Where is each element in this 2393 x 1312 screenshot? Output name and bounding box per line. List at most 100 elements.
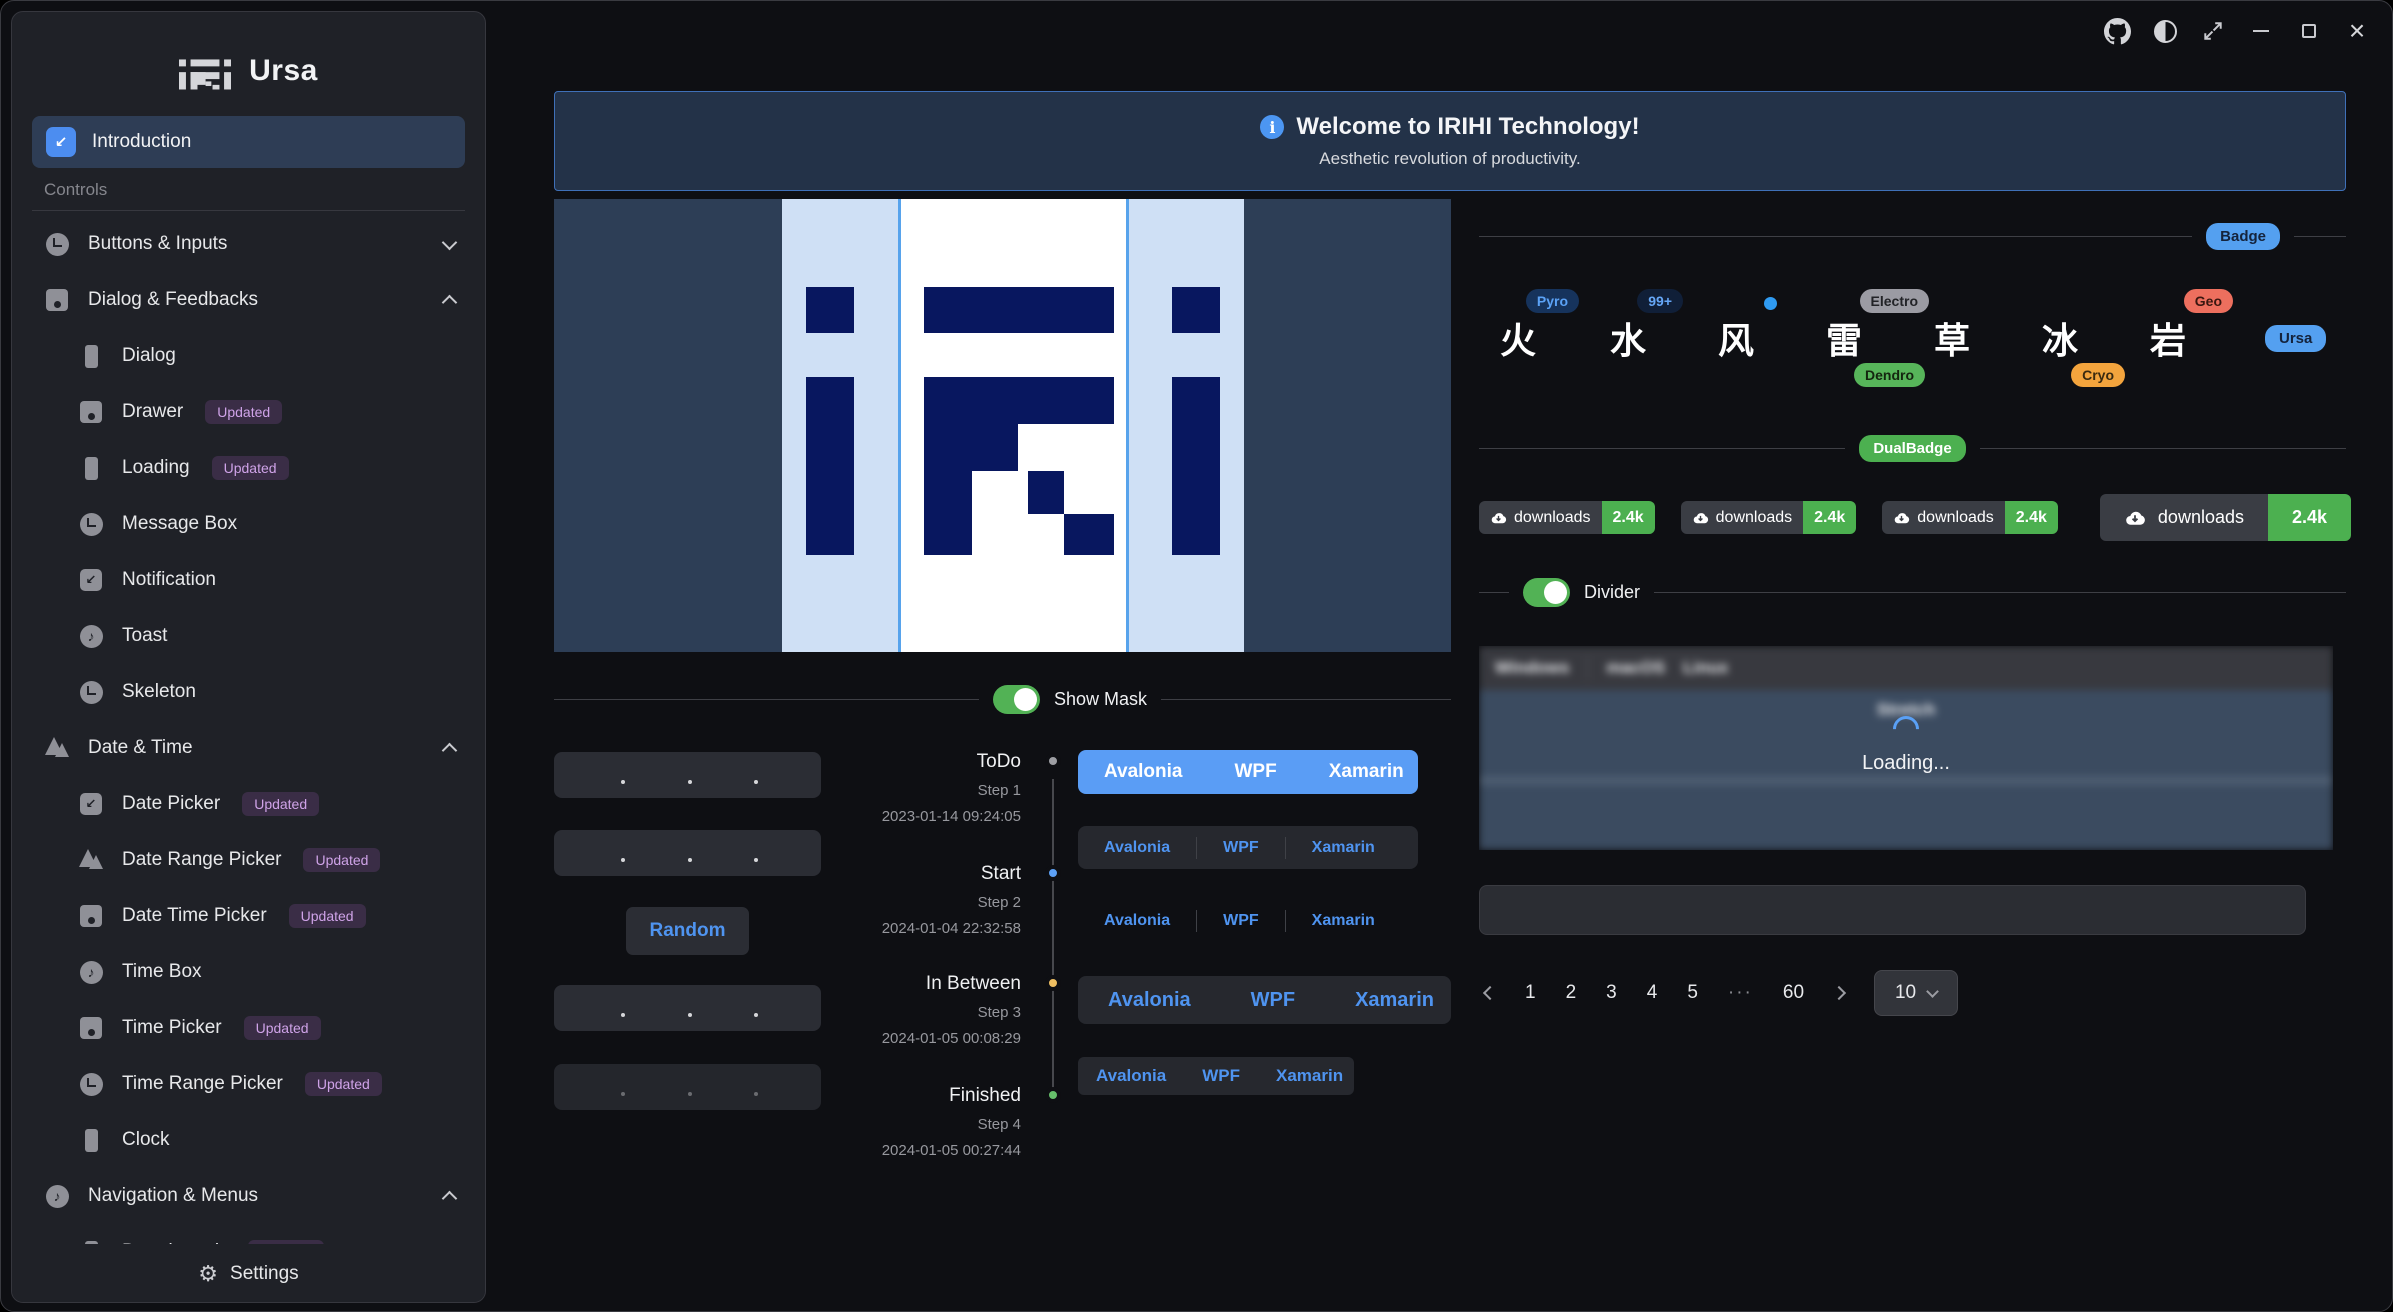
sidebar-item-loading[interactable]: Loading Updated bbox=[12, 440, 485, 496]
sidebar-item-date-time-picker[interactable]: Date Time Picker Updated bbox=[12, 888, 485, 944]
chevron-down-icon bbox=[1926, 985, 1939, 998]
timeline-title: Finished bbox=[831, 1085, 1021, 1107]
wpf-button[interactable]: WPF bbox=[1197, 912, 1285, 930]
sidebar-item-message-box[interactable]: Message Box bbox=[12, 496, 485, 552]
github-icon bbox=[2104, 18, 2131, 45]
timeline-entry: ToDo Step 1 2023-01-14 09:24:05 bbox=[831, 751, 1021, 825]
timeline-time: 2024-01-04 22:32:58 bbox=[831, 920, 1021, 937]
irihi-logo-image bbox=[554, 199, 1451, 652]
item-label: Date Range Picker bbox=[122, 849, 281, 871]
updated-badge: Updated bbox=[303, 848, 380, 872]
sidebar-item-toast[interactable]: Toast bbox=[12, 608, 485, 664]
wpf-button[interactable]: WPF bbox=[1209, 761, 1303, 783]
previous-page-icon[interactable] bbox=[1483, 986, 1497, 1000]
maximize-button[interactable] bbox=[2288, 11, 2330, 51]
sidebar-item-drawer[interactable]: Drawer Updated bbox=[12, 384, 485, 440]
sidebar-item-date-picker[interactable]: Date Picker Updated bbox=[12, 776, 485, 832]
cloud-download-icon bbox=[1893, 511, 1910, 525]
save-icon bbox=[76, 1013, 106, 1043]
wpf-button[interactable]: WPF bbox=[1221, 989, 1325, 1012]
tab-linux[interactable]: Linux bbox=[1683, 658, 1728, 678]
item-label: Drawer bbox=[122, 401, 183, 423]
sidebar-item-time-picker[interactable]: Time Picker Updated bbox=[12, 1000, 485, 1056]
avalonia-button[interactable]: Avalonia bbox=[1078, 839, 1196, 857]
updated-badge: Updated bbox=[248, 1240, 325, 1244]
show-mask-toggle[interactable] bbox=[993, 685, 1040, 714]
xamarin-button[interactable]: Xamarin bbox=[1286, 912, 1401, 930]
page-ellipsis: ··· bbox=[1728, 982, 1753, 1004]
page-3[interactable]: 3 bbox=[1606, 982, 1617, 1004]
timeline-time: 2024-01-05 00:08:29 bbox=[831, 1030, 1021, 1047]
save-icon bbox=[42, 285, 72, 315]
xamarin-button[interactable]: Xamarin bbox=[1325, 989, 1464, 1012]
downloads-badge-large: downloads 2.4k bbox=[2100, 494, 2351, 541]
badge-dendro: Dendro bbox=[1854, 363, 1925, 387]
xamarin-button[interactable]: Xamarin bbox=[1303, 761, 1430, 783]
music-note-icon bbox=[76, 621, 106, 651]
sidebar-item-introduction[interactable]: ↙ Introduction bbox=[32, 116, 465, 168]
maximize-icon bbox=[2302, 24, 2316, 38]
divider-line bbox=[1980, 448, 2346, 449]
xamarin-button[interactable]: Xamarin bbox=[1258, 1066, 1361, 1086]
sidebar-group-date-time[interactable]: Date & Time bbox=[12, 720, 485, 776]
timeline-dot bbox=[1045, 865, 1061, 881]
group-label: Buttons & Inputs bbox=[88, 233, 227, 255]
timeline-title: Start bbox=[831, 863, 1021, 885]
avalonia-button[interactable]: Avalonia bbox=[1078, 761, 1209, 783]
chevron-up-icon bbox=[442, 1190, 458, 1206]
sidebar-group-buttons-inputs[interactable]: Buttons & Inputs bbox=[12, 216, 485, 272]
settings-button[interactable]: ⚙ Settings bbox=[12, 1246, 485, 1302]
sidebar-group-navigation-menus[interactable]: Navigation & Menus bbox=[12, 1168, 485, 1224]
avalonia-button[interactable]: Avalonia bbox=[1078, 912, 1196, 930]
sidebar-item-dialog[interactable]: Dialog bbox=[12, 328, 485, 384]
sidebar-item-clock[interactable]: Clock bbox=[12, 1112, 485, 1168]
clock-icon bbox=[76, 677, 106, 707]
downloads-value: 2.4k bbox=[1602, 501, 1655, 534]
sidebar-item-breadcrumb[interactable]: Breadcrumb Updated bbox=[12, 1224, 485, 1244]
tab-windows[interactable]: Windows bbox=[1495, 658, 1569, 678]
tab-macos[interactable]: macOS bbox=[1606, 658, 1665, 678]
page-5[interactable]: 5 bbox=[1687, 982, 1698, 1004]
fullscreen-button[interactable] bbox=[2192, 11, 2234, 51]
updated-badge: Updated bbox=[244, 1016, 321, 1040]
dot-separator bbox=[688, 858, 692, 862]
page-1[interactable]: 1 bbox=[1525, 982, 1536, 1004]
close-button[interactable]: × bbox=[2336, 11, 2378, 51]
sidebar-item-time-box[interactable]: Time Box bbox=[12, 944, 485, 1000]
sidebar-item-date-range-picker[interactable]: Date Range Picker Updated bbox=[12, 832, 485, 888]
ipv4-input-disabled bbox=[554, 1064, 821, 1110]
dot-separator bbox=[621, 1013, 625, 1017]
wpf-button[interactable]: WPF bbox=[1197, 839, 1285, 857]
wpf-button[interactable]: WPF bbox=[1184, 1066, 1258, 1086]
ipv4-input[interactable] bbox=[554, 752, 821, 798]
loading-overlay: Loading... bbox=[1479, 690, 2333, 800]
ipv4-input[interactable] bbox=[554, 830, 821, 876]
sidebar-group-dialog-feedbacks[interactable]: Dialog & Feedbacks bbox=[12, 272, 485, 328]
dot-separator bbox=[621, 1092, 625, 1096]
downloads-value: 2.4k bbox=[2268, 494, 2351, 541]
page-size-select[interactable]: 10 bbox=[1874, 970, 1958, 1016]
pagination: 1 2 3 4 5 ··· 60 10 bbox=[1485, 970, 1958, 1016]
page-last[interactable]: 60 bbox=[1783, 982, 1804, 1004]
xamarin-button[interactable]: Xamarin bbox=[1286, 839, 1401, 857]
avalonia-button[interactable]: Avalonia bbox=[1078, 989, 1221, 1012]
page-4[interactable]: 4 bbox=[1647, 982, 1658, 1004]
tab-separator bbox=[1587, 656, 1588, 680]
random-button[interactable]: Random bbox=[626, 907, 749, 955]
divider-line bbox=[1479, 448, 1845, 449]
page-2[interactable]: 2 bbox=[1566, 982, 1577, 1004]
banner-title: Welcome to IRIHI Technology! bbox=[1296, 113, 1639, 141]
sidebar-item-notification[interactable]: Notification bbox=[12, 552, 485, 608]
divider-toggle[interactable] bbox=[1523, 578, 1570, 607]
sidebar-item-skeleton[interactable]: Skeleton bbox=[12, 664, 485, 720]
github-button[interactable] bbox=[2096, 11, 2138, 51]
theme-toggle-button[interactable] bbox=[2144, 11, 2186, 51]
minimize-button[interactable] bbox=[2240, 11, 2282, 51]
next-page-icon[interactable] bbox=[1832, 986, 1846, 1000]
avalonia-button[interactable]: Avalonia bbox=[1078, 1066, 1184, 1086]
cloud-download-icon bbox=[1692, 511, 1709, 525]
sidebar-item-time-range-picker[interactable]: Time Range Picker Updated bbox=[12, 1056, 485, 1112]
ipv4-input[interactable] bbox=[554, 985, 821, 1031]
minimize-icon bbox=[2253, 30, 2269, 33]
text-input-empty[interactable] bbox=[1479, 885, 2306, 935]
